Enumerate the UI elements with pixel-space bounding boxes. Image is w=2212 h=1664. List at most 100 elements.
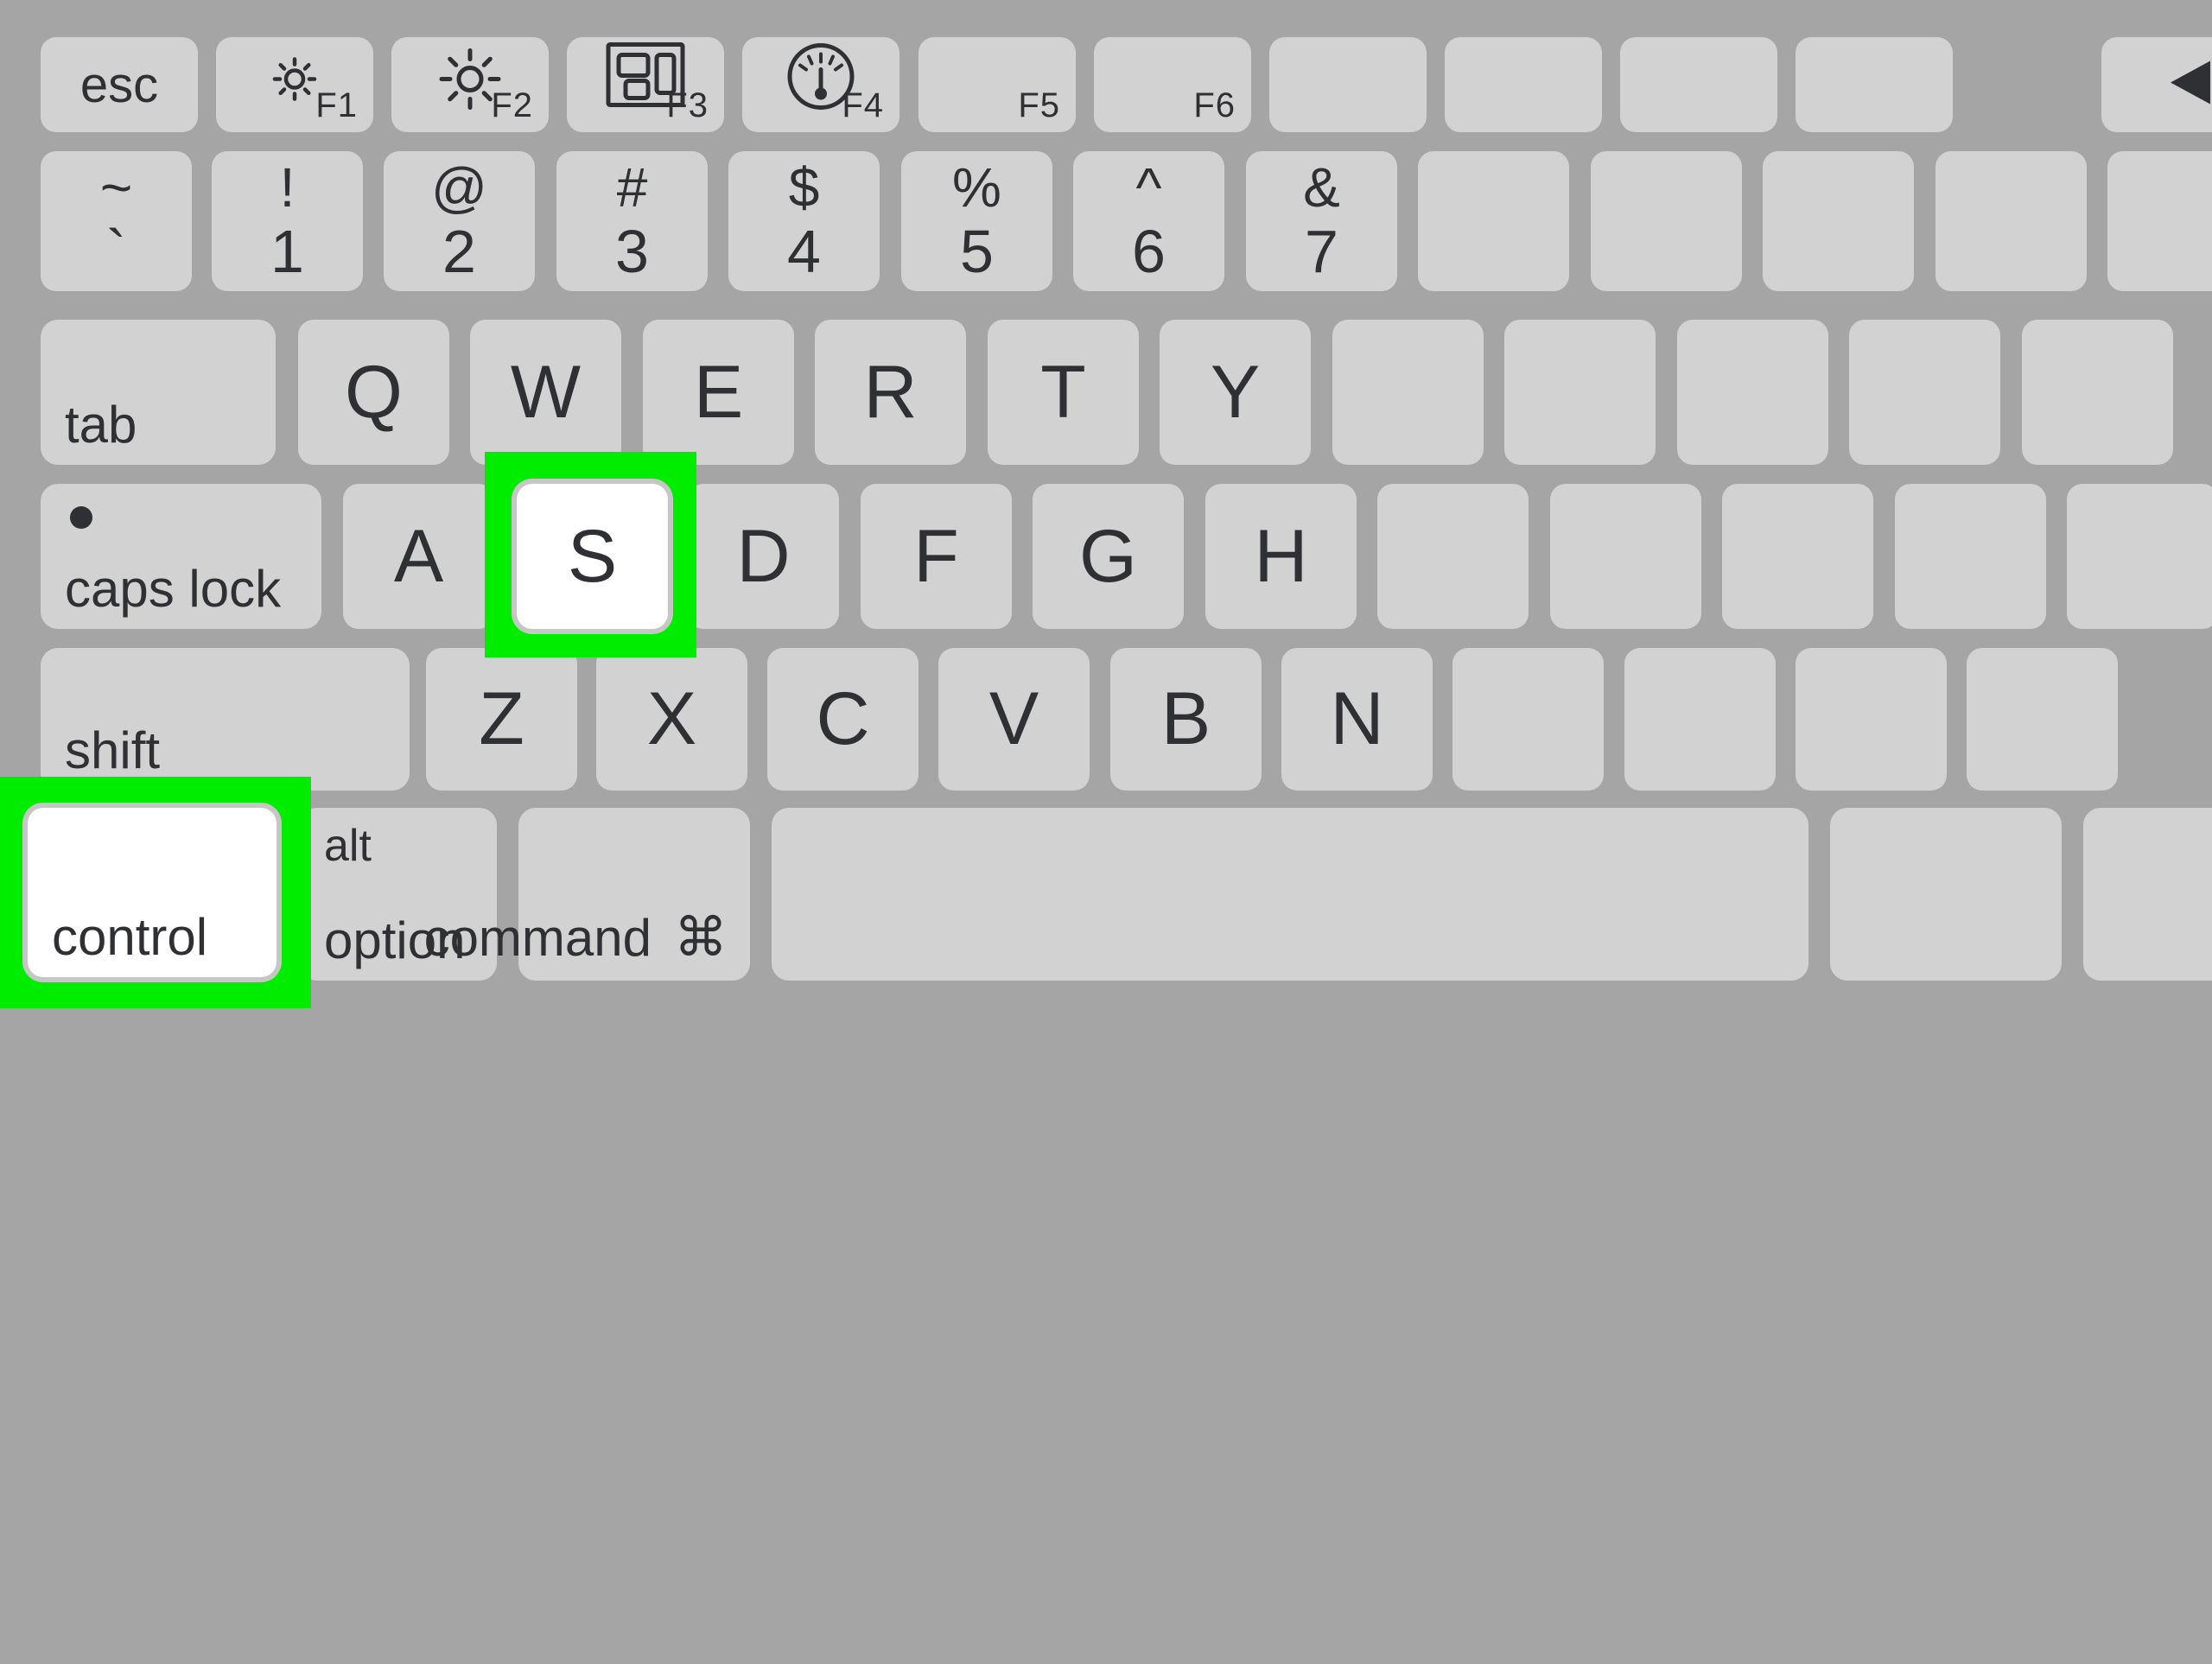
key-caps-lock[interactable]: caps lock [41,484,321,629]
key-period[interactable] [1796,648,1947,791]
key-a[interactable]: A [343,484,494,629]
key-5-shift-label: % [952,156,1001,219]
key-p[interactable] [1849,320,2000,465]
key-4-shift-label: $ [788,156,820,219]
key-t[interactable]: T [988,320,1139,465]
key-e[interactable]: E [643,320,794,465]
key-0[interactable] [1763,151,1914,291]
key-w[interactable]: W [470,320,621,465]
key-f5-fn-label: F5 [1018,86,1060,124]
key-f8[interactable] [1445,37,1602,132]
key-x-label: X [646,677,697,760]
key-f[interactable]: F [861,484,1012,629]
key-y[interactable]: Y [1160,320,1311,465]
key-2-shift-label: @ [431,156,487,219]
key-n[interactable]: N [1281,648,1433,791]
key-b[interactable]: B [1110,648,1262,791]
key-space[interactable] [772,808,1808,981]
highlight-key-s: S [485,452,696,657]
key-shift-left-label: shift [65,721,161,779]
key-option-right[interactable] [2083,808,2212,981]
key-esc[interactable]: esc [41,37,198,132]
rewind-icon [2153,58,2212,112]
key-6-base-label: 6 [1132,218,1166,286]
key-z[interactable]: Z [426,648,577,791]
key-f2[interactable]: F2 [391,37,549,132]
key-6[interactable]: ^ 6 [1073,151,1224,291]
key-k[interactable] [1550,484,1701,629]
key-x[interactable]: X [596,648,747,791]
key-g[interactable]: G [1033,484,1184,629]
key-f1[interactable]: F1 [216,37,373,132]
key-f3[interactable]: F3 [567,37,724,132]
key-m[interactable] [1452,648,1604,791]
key-g-label: G [1079,514,1137,598]
key-minus[interactable] [1936,151,2087,291]
key-v[interactable]: V [938,648,1090,791]
key-d[interactable]: D [688,484,839,629]
key-backtick-shift-label: ~ [99,156,133,219]
key-f2-fn-label: F2 [491,86,533,124]
key-tab[interactable]: tab [41,320,276,465]
key-s[interactable]: S [517,484,668,629]
key-semicolon[interactable] [1895,484,2046,629]
key-h[interactable]: H [1205,484,1357,629]
key-command-labels: command ⌘ [424,911,728,965]
key-b-label: B [1160,677,1211,760]
key-c[interactable]: C [767,648,918,791]
key-q-label: Q [345,350,403,434]
key-2[interactable]: @ 2 [384,151,535,291]
key-f5[interactable]: F5 [918,37,1076,132]
key-equals[interactable] [2107,151,2212,291]
key-backtick-labels: ~ ` [41,151,192,291]
key-9[interactable] [1591,151,1742,291]
key-shift-left[interactable]: shift [41,648,410,791]
key-3-base-label: 3 [615,218,649,286]
key-command-right[interactable] [1830,808,2062,981]
key-f9[interactable] [1620,37,1777,132]
key-f10[interactable] [1796,37,1953,132]
key-f6[interactable]: F6 [1094,37,1251,132]
key-f4[interactable]: F4 [742,37,899,132]
key-3[interactable]: # 3 [556,151,708,291]
key-u[interactable] [1332,320,1484,465]
key-z-label: Z [479,677,524,760]
key-o[interactable] [1677,320,1828,465]
key-esc-label: esc [79,56,159,113]
key-5[interactable]: % 5 [901,151,1052,291]
key-f7[interactable] [1269,37,1427,132]
key-backtick[interactable]: ~ ` [41,151,192,291]
key-7[interactable]: & 7 [1246,151,1397,291]
key-v-label: V [988,677,1039,760]
key-2-base-label: 2 [442,218,476,286]
key-i[interactable] [1504,320,1656,465]
command-glyph-icon: ⌘ [674,908,728,968]
key-4[interactable]: $ 4 [728,151,880,291]
key-n-label: N [1330,677,1384,760]
key-command-left[interactable]: command ⌘ [424,808,750,981]
key-c-label: C [816,677,870,760]
key-4-base-label: 4 [787,218,821,286]
key-tab-label: tab [65,396,137,454]
key-l[interactable] [1722,484,1873,629]
key-8[interactable] [1418,151,1569,291]
key-q[interactable]: Q [298,320,449,465]
key-bracket-left[interactable] [2022,320,2173,465]
key-j[interactable] [1377,484,1529,629]
key-r[interactable]: R [815,320,966,465]
key-quote[interactable] [2067,484,2212,629]
key-t-label: T [1040,350,1086,434]
key-1[interactable]: ! 1 [212,151,363,291]
key-f-label: F [913,514,959,598]
key-comma[interactable] [1624,648,1776,791]
key-f1-fn-label: F1 [315,86,358,124]
key-f11[interactable] [2101,37,2212,132]
highlight-key-control: control [0,777,311,1008]
key-1-base-label: 1 [270,218,304,286]
key-control[interactable]: control [28,808,276,977]
key-1-shift-label: ! [279,156,296,219]
key-f4-fn-label: F4 [842,86,884,124]
key-y-label: Y [1210,350,1261,434]
key-5-base-label: 5 [960,218,994,286]
key-slash[interactable] [1967,648,2118,791]
